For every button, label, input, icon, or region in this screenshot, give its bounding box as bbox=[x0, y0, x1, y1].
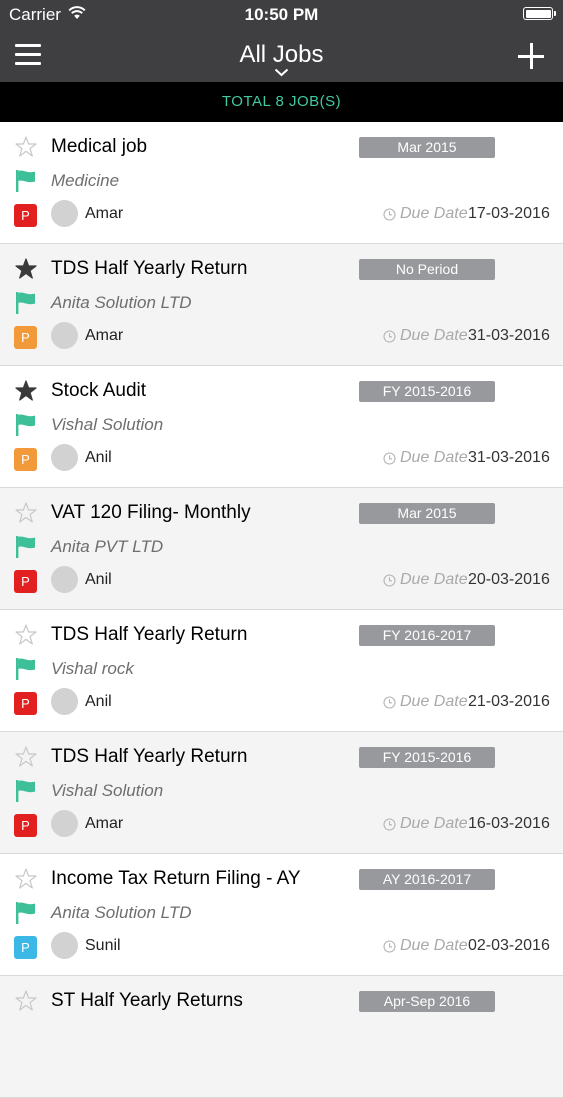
job-name: TDS Half Yearly Return bbox=[51, 624, 248, 645]
avatar bbox=[51, 322, 78, 349]
period-badge: AY 2016-2017 bbox=[359, 869, 495, 890]
job-row[interactable]: Medical job Mar 2015 Medicine P Amar Due Date… bbox=[0, 122, 563, 244]
job-name: TDS Half Yearly Return bbox=[51, 746, 248, 767]
star-outline-icon[interactable] bbox=[14, 135, 38, 159]
assignee-name: Anil bbox=[85, 571, 112, 588]
priority-badge: P bbox=[14, 570, 37, 593]
flag-icon bbox=[16, 658, 35, 680]
star-outline-icon[interactable] bbox=[14, 745, 38, 769]
job-list: Medical job Mar 2015 Medicine P Amar Due Date… bbox=[0, 122, 563, 1098]
add-job-button[interactable] bbox=[518, 43, 544, 69]
period-badge: Mar 2015 bbox=[359, 137, 495, 158]
avatar bbox=[51, 810, 78, 837]
job-name: Stock Audit bbox=[51, 380, 147, 401]
due-date-value: 16-03-2016 bbox=[468, 815, 550, 832]
flag-icon bbox=[16, 780, 35, 802]
star-filled-icon[interactable] bbox=[14, 257, 38, 281]
priority-badge: P bbox=[14, 936, 37, 959]
assignee-name: Amar bbox=[85, 205, 124, 222]
job-row[interactable]: TDS Half Yearly Return FY 2015-2016 Vishal… bbox=[0, 732, 563, 854]
assignee-name: Anil bbox=[85, 693, 112, 710]
job-name: Medical job bbox=[51, 136, 148, 157]
client-name: Anita PVT LTD bbox=[51, 537, 164, 556]
due-date-label: Due Date bbox=[400, 205, 468, 222]
due-date-label: Due Date bbox=[400, 937, 468, 954]
priority-badge: P bbox=[14, 448, 37, 471]
due-date-value: 31-03-2016 bbox=[468, 327, 550, 344]
assignee-name: Amar bbox=[85, 327, 124, 344]
clock-icon bbox=[383, 574, 396, 587]
flag-icon bbox=[16, 536, 35, 558]
assignee-name: Sunil bbox=[85, 937, 121, 954]
priority-badge: P bbox=[14, 204, 37, 227]
job-row[interactable]: ST Half Yearly Returns Apr-Sep 2016 bbox=[0, 976, 563, 1098]
star-outline-icon[interactable] bbox=[14, 989, 38, 1013]
page-title[interactable]: All Jobs bbox=[0, 41, 563, 69]
period-badge: FY 2015-2016 bbox=[359, 747, 495, 768]
client-name: Vishal Solution bbox=[51, 781, 164, 800]
due-date-value: 21-03-2016 bbox=[468, 693, 550, 710]
status-bar: Carrier 10:50 PM bbox=[0, 0, 563, 30]
due-date-value: 02-03-2016 bbox=[468, 937, 550, 954]
period-badge: Apr-Sep 2016 bbox=[359, 991, 495, 1012]
job-row[interactable]: TDS Half Yearly Return No Period Anita Sol… bbox=[0, 244, 563, 366]
star-outline-icon[interactable] bbox=[14, 623, 38, 647]
client-name: Vishal Solution bbox=[51, 415, 164, 434]
job-name: Income Tax Return Filing - AY bbox=[51, 868, 301, 889]
priority-badge: P bbox=[14, 326, 37, 349]
clock-time: 10:50 PM bbox=[244, 5, 319, 24]
due-date-label: Due Date bbox=[400, 449, 468, 466]
assignee-name: Amar bbox=[85, 815, 124, 832]
total-jobs-banner: TOTAL 8 JOB(S) bbox=[0, 82, 563, 122]
client-name: Anita Solution LTD bbox=[51, 293, 192, 312]
due-date-label: Due Date bbox=[400, 815, 468, 832]
client-name: Medicine bbox=[51, 171, 120, 190]
star-filled-icon[interactable] bbox=[14, 379, 38, 403]
due-date-label: Due Date bbox=[400, 571, 468, 588]
due-date-value: 31-03-2016 bbox=[468, 449, 550, 466]
clock-icon bbox=[383, 696, 396, 709]
flag-icon bbox=[16, 170, 35, 192]
avatar bbox=[51, 566, 78, 593]
period-badge: FY 2015-2016 bbox=[359, 381, 495, 402]
avatar bbox=[51, 444, 78, 471]
clock-icon bbox=[383, 940, 396, 953]
due-date-label: Due Date bbox=[400, 327, 468, 344]
flag-icon bbox=[16, 414, 35, 436]
client-name: Vishal rock bbox=[51, 659, 134, 678]
clock-icon bbox=[383, 818, 396, 831]
flag-icon bbox=[16, 902, 35, 924]
due-date-label: Due Date bbox=[400, 693, 468, 710]
job-row[interactable]: VAT 120 Filing- Monthly Mar 2015 Anita PVT… bbox=[0, 488, 563, 610]
flag-icon bbox=[16, 292, 35, 314]
avatar bbox=[51, 688, 78, 715]
due-date-value: 20-03-2016 bbox=[468, 571, 550, 588]
star-outline-icon[interactable] bbox=[14, 867, 38, 891]
due-date-value: 17-03-2016 bbox=[468, 205, 550, 222]
assignee-name: Anil bbox=[85, 449, 112, 466]
clock-icon bbox=[383, 208, 396, 221]
avatar bbox=[51, 932, 78, 959]
job-row[interactable]: Income Tax Return Filing - AY AY 2016-201… bbox=[0, 854, 563, 976]
job-name: TDS Half Yearly Return bbox=[51, 258, 248, 279]
job-row[interactable]: Stock Audit FY 2015-2016 Vishal Solution P A… bbox=[0, 366, 563, 488]
job-row[interactable]: TDS Half Yearly Return FY 2016-2017 Vishal… bbox=[0, 610, 563, 732]
battery-icon bbox=[523, 7, 556, 20]
navigation-bar: Carrier 10:50 PM All Jobs bbox=[0, 0, 563, 82]
period-badge: Mar 2015 bbox=[359, 503, 495, 524]
clock-icon bbox=[383, 330, 396, 343]
clock-icon bbox=[383, 452, 396, 465]
priority-badge: P bbox=[14, 814, 37, 837]
avatar bbox=[51, 200, 78, 227]
client-name: Anita Solution LTD bbox=[51, 903, 192, 922]
star-outline-icon[interactable] bbox=[14, 501, 38, 525]
chevron-down-icon[interactable] bbox=[274, 68, 289, 77]
period-badge: No Period bbox=[359, 259, 495, 280]
job-name: VAT 120 Filing- Monthly bbox=[51, 502, 251, 523]
priority-badge: P bbox=[14, 692, 37, 715]
period-badge: FY 2016-2017 bbox=[359, 625, 495, 646]
job-name: ST Half Yearly Returns bbox=[51, 990, 243, 1011]
